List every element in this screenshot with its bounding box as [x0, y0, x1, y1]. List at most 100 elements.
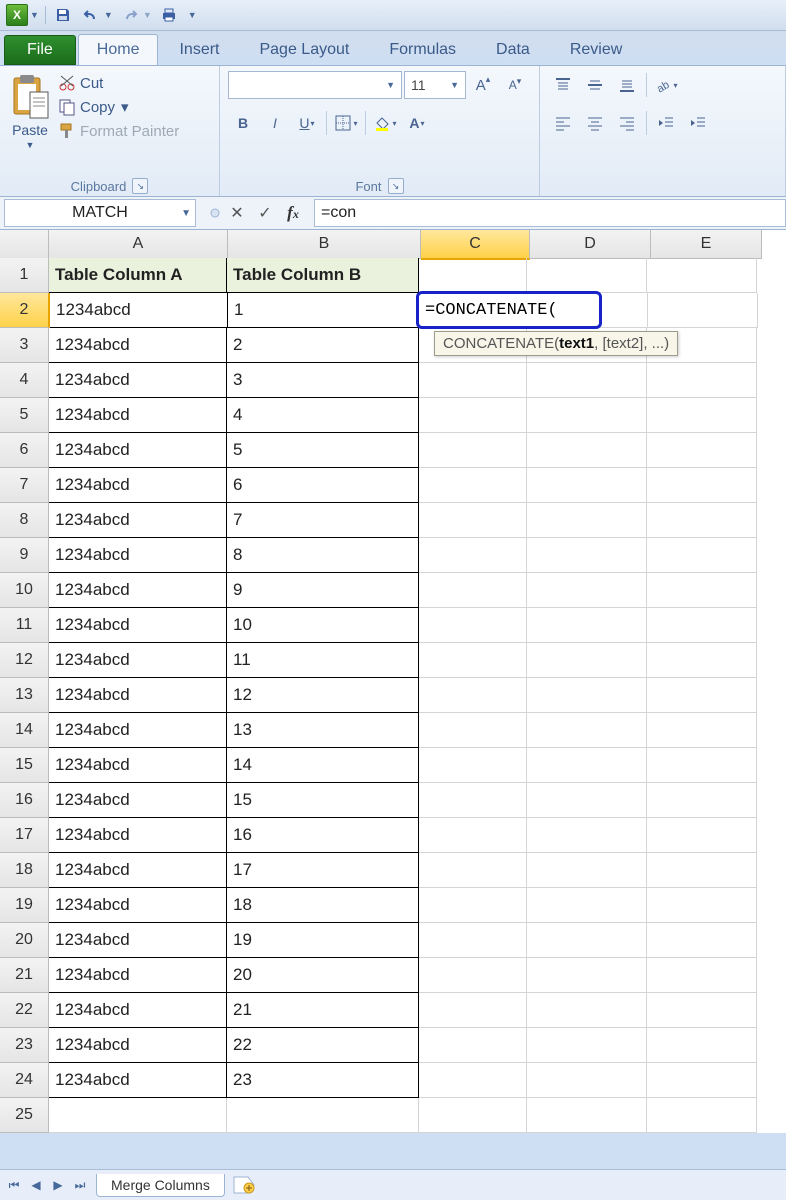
- cell-E7[interactable]: [647, 468, 757, 503]
- cell-D19[interactable]: [527, 888, 647, 923]
- cell-C9[interactable]: [419, 538, 527, 573]
- cell-E8[interactable]: [647, 503, 757, 538]
- cell-C22[interactable]: [419, 993, 527, 1028]
- formula-input[interactable]: =con: [314, 199, 786, 227]
- cell-D13[interactable]: [527, 678, 647, 713]
- excel-icon[interactable]: X: [6, 4, 28, 26]
- undo-dropdown-icon[interactable]: ▼: [104, 10, 113, 20]
- cell-E22[interactable]: [647, 993, 757, 1028]
- cell-B6[interactable]: 5: [227, 433, 419, 468]
- row-header-1[interactable]: 1: [0, 258, 49, 293]
- cell-D18[interactable]: [527, 853, 647, 888]
- cell-D5[interactable]: [527, 398, 647, 433]
- tab-formulas[interactable]: Formulas: [370, 34, 475, 65]
- underline-button[interactable]: U▾: [292, 108, 322, 138]
- row-header-14[interactable]: 14: [0, 713, 49, 748]
- cell-D20[interactable]: [527, 923, 647, 958]
- cell-A5[interactable]: 1234abcd: [49, 398, 227, 433]
- cell-E24[interactable]: [647, 1063, 757, 1098]
- format-painter-button[interactable]: Format Painter: [58, 120, 179, 142]
- cell-E19[interactable]: [647, 888, 757, 923]
- cut-button[interactable]: Cut: [58, 72, 179, 94]
- cell-B7[interactable]: 6: [227, 468, 419, 503]
- cell-D8[interactable]: [527, 503, 647, 538]
- enter-formula-button[interactable]: ✓: [252, 200, 278, 226]
- cell-C15[interactable]: [419, 748, 527, 783]
- cell-C20[interactable]: [419, 923, 527, 958]
- cell-B13[interactable]: 12: [227, 678, 419, 713]
- cell-A18[interactable]: 1234abcd: [49, 853, 227, 888]
- row-header-16[interactable]: 16: [0, 783, 49, 818]
- cell-E18[interactable]: [647, 853, 757, 888]
- cell-C18[interactable]: [419, 853, 527, 888]
- tab-file[interactable]: File: [4, 35, 76, 65]
- cell-D15[interactable]: [527, 748, 647, 783]
- sheet-tab[interactable]: Merge Columns: [96, 1174, 225, 1197]
- redo-dropdown-icon[interactable]: ▼: [143, 10, 152, 20]
- new-sheet-button[interactable]: [233, 1176, 255, 1194]
- cell-B8[interactable]: 7: [227, 503, 419, 538]
- cell-B4[interactable]: 3: [227, 363, 419, 398]
- column-header-A[interactable]: A: [49, 230, 228, 259]
- cell-B20[interactable]: 19: [227, 923, 419, 958]
- cell-A3[interactable]: 1234abcd: [49, 328, 227, 363]
- cell-C17[interactable]: [419, 818, 527, 853]
- tab-home[interactable]: Home: [78, 34, 159, 65]
- cell-B14[interactable]: 13: [227, 713, 419, 748]
- row-header-2[interactable]: 2: [0, 293, 50, 328]
- column-header-C[interactable]: C: [421, 230, 530, 260]
- cell-D24[interactable]: [527, 1063, 647, 1098]
- dialog-launcher-icon[interactable]: ↘: [132, 178, 148, 194]
- select-all-corner[interactable]: [0, 230, 49, 259]
- column-header-E[interactable]: E: [651, 230, 762, 259]
- cell-E1[interactable]: [647, 258, 757, 293]
- cell-A10[interactable]: 1234abcd: [49, 573, 227, 608]
- cell-A24[interactable]: 1234abcd: [49, 1063, 227, 1098]
- sheet-nav-last-button[interactable]: ⏭: [70, 1175, 90, 1195]
- row-header-18[interactable]: 18: [0, 853, 49, 888]
- row-header-12[interactable]: 12: [0, 643, 49, 678]
- cell-C10[interactable]: [419, 573, 527, 608]
- row-header-5[interactable]: 5: [0, 398, 49, 433]
- cell-E15[interactable]: [647, 748, 757, 783]
- cell-C7[interactable]: [419, 468, 527, 503]
- tab-review[interactable]: Review: [551, 34, 641, 65]
- shrink-font-button[interactable]: A▾: [500, 70, 530, 100]
- sheet-nav-first-button[interactable]: ⏮: [4, 1175, 24, 1195]
- cell-A6[interactable]: 1234abcd: [49, 433, 227, 468]
- cell-E20[interactable]: [647, 923, 757, 958]
- cell-A21[interactable]: 1234abcd: [49, 958, 227, 993]
- increase-indent-button[interactable]: [683, 108, 713, 138]
- cell-D10[interactable]: [527, 573, 647, 608]
- cell-E5[interactable]: [647, 398, 757, 433]
- cell-A7[interactable]: 1234abcd: [49, 468, 227, 503]
- grow-font-button[interactable]: A▴: [468, 70, 498, 100]
- align-center-button[interactable]: [580, 108, 610, 138]
- bold-button[interactable]: B: [228, 108, 258, 138]
- cell-D22[interactable]: [527, 993, 647, 1028]
- cell-A23[interactable]: 1234abcd: [49, 1028, 227, 1063]
- cell-A25[interactable]: [49, 1098, 227, 1133]
- column-header-D[interactable]: D: [530, 230, 651, 259]
- copy-button[interactable]: Copy▾: [58, 96, 179, 118]
- cell-B19[interactable]: 18: [227, 888, 419, 923]
- row-header-20[interactable]: 20: [0, 923, 49, 958]
- cell-D7[interactable]: [527, 468, 647, 503]
- cancel-formula-button[interactable]: ✕: [224, 200, 250, 226]
- cell-A11[interactable]: 1234abcd: [49, 608, 227, 643]
- cell-C23[interactable]: [419, 1028, 527, 1063]
- row-header-15[interactable]: 15: [0, 748, 49, 783]
- cell-A4[interactable]: 1234abcd: [49, 363, 227, 398]
- cell-E16[interactable]: [647, 783, 757, 818]
- cell-E12[interactable]: [647, 643, 757, 678]
- row-header-8[interactable]: 8: [0, 503, 49, 538]
- cell-A12[interactable]: 1234abcd: [49, 643, 227, 678]
- app-menu-dropdown-icon[interactable]: ▼: [30, 10, 39, 20]
- cell-A8[interactable]: 1234abcd: [49, 503, 227, 538]
- active-cell-editor[interactable]: =CONCATENATE(: [416, 291, 602, 329]
- cell-B22[interactable]: 21: [227, 993, 419, 1028]
- cell-B21[interactable]: 20: [227, 958, 419, 993]
- tab-insert[interactable]: Insert: [160, 34, 238, 65]
- decrease-indent-button[interactable]: [651, 108, 681, 138]
- cell-D12[interactable]: [527, 643, 647, 678]
